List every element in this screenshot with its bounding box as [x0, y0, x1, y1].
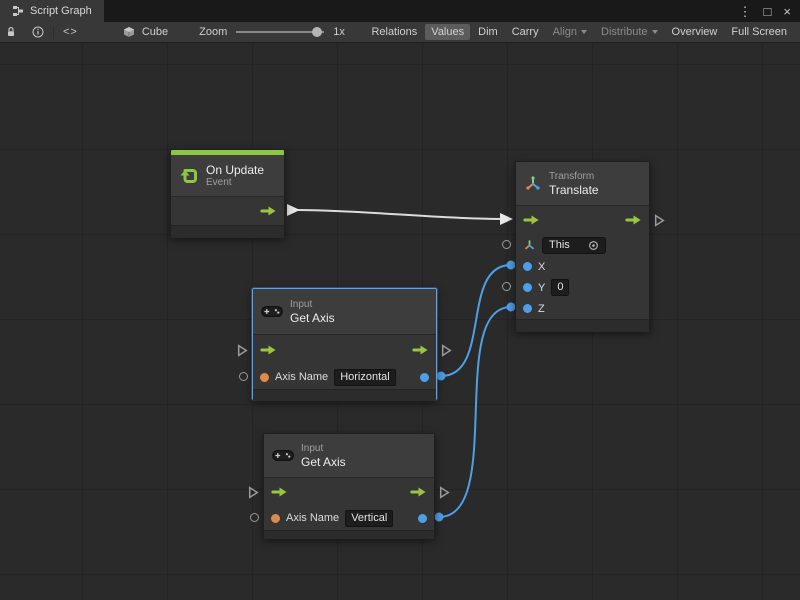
- node-footer: [264, 530, 434, 539]
- tab-script-graph[interactable]: Script Graph: [0, 0, 104, 22]
- flow-input-port[interactable]: [523, 214, 540, 226]
- chevron-down-icon: [652, 30, 658, 34]
- flow-input-port[interactable]: [271, 486, 288, 498]
- node-get-axis-horizontal[interactable]: Input Get Axis Axis Name Horizontal: [252, 288, 437, 400]
- tab-title: Script Graph: [30, 5, 92, 17]
- zoom-slider-track: [236, 31, 324, 33]
- y-port-label: Y: [538, 282, 545, 294]
- distribute-dropdown[interactable]: Distribute: [595, 24, 663, 40]
- flow-output-port[interactable]: [260, 205, 277, 217]
- titlebar: Script Graph ⋮ □ ×: [0, 0, 800, 22]
- axis-name-field[interactable]: Vertical: [345, 510, 393, 527]
- zoom-label: Zoom: [199, 26, 227, 38]
- this-port-indicator[interactable]: [502, 240, 511, 249]
- full-screen-button[interactable]: Full Screen: [725, 24, 793, 40]
- flow-output-port[interactable]: [412, 344, 429, 356]
- node-footer: [516, 319, 649, 332]
- align-dropdown[interactable]: Align: [547, 24, 593, 40]
- flow-input-port[interactable]: [260, 344, 277, 356]
- gamepad-icon: [261, 305, 283, 318]
- gamepad-icon: [272, 449, 294, 462]
- object-picker-icon[interactable]: [588, 240, 599, 251]
- x-port-label: X: [538, 261, 545, 273]
- node-title: On Update: [206, 163, 264, 177]
- node-footer: [171, 225, 284, 238]
- restore-window-icon[interactable]: □: [764, 5, 772, 18]
- transform-mini-icon: [523, 239, 536, 252]
- node-translate[interactable]: Transform Translate: [515, 161, 650, 331]
- y-input-port[interactable]: [523, 283, 532, 292]
- float-output-port[interactable]: [418, 514, 427, 523]
- axis-name-indicator[interactable]: [250, 513, 259, 522]
- axis-name-label: Axis Name: [275, 371, 328, 383]
- flow-arrowhead-out: [287, 204, 300, 216]
- flow-output-indicator[interactable]: [654, 214, 665, 232]
- flow-arrowhead-in: [500, 213, 513, 225]
- angle-brackets-icon[interactable]: <>: [63, 26, 78, 38]
- kebab-menu-icon[interactable]: ⋮: [739, 5, 752, 18]
- node-on-update[interactable]: On Update Event: [170, 149, 285, 237]
- flow-input-indicator[interactable]: [248, 486, 259, 504]
- node-title: Get Axis: [301, 455, 346, 469]
- graph-canvas[interactable]: On Update Event: [0, 43, 800, 600]
- wire-onupdate-to-translate[interactable]: [298, 210, 500, 219]
- close-window-icon[interactable]: ×: [783, 5, 791, 18]
- graph-toolbar: <> Cube Zoom 1x Relations Values Dim Car…: [0, 22, 800, 43]
- flow-output-indicator[interactable]: [439, 486, 450, 504]
- y-port-indicator[interactable]: [502, 282, 511, 291]
- float-output-port[interactable]: [420, 373, 429, 382]
- z-input-port[interactable]: [523, 304, 532, 313]
- z-port-label: Z: [538, 303, 545, 315]
- chevron-down-icon: [581, 30, 587, 34]
- y-value-field[interactable]: 0: [551, 279, 569, 296]
- transform-icon: [524, 175, 542, 193]
- wire-endpoint: [437, 372, 446, 381]
- node-get-axis-vertical[interactable]: Input Get Axis Axis Name Vertical: [263, 433, 435, 538]
- lock-icon[interactable]: [5, 26, 17, 38]
- zoom-slider[interactable]: [236, 26, 324, 38]
- cube-icon: [123, 26, 135, 38]
- flow-input-indicator[interactable]: [237, 344, 248, 362]
- values-button[interactable]: Values: [425, 24, 470, 40]
- node-category: Input: [301, 443, 346, 455]
- node-footer: [253, 389, 436, 401]
- axis-name-input-port[interactable]: [260, 373, 269, 382]
- overview-button[interactable]: Overview: [666, 24, 724, 40]
- node-title: Get Axis: [290, 311, 335, 325]
- axis-name-indicator[interactable]: [239, 372, 248, 381]
- target-object-field[interactable]: This: [542, 237, 606, 254]
- axis-name-field[interactable]: Horizontal: [334, 369, 396, 386]
- relations-button[interactable]: Relations: [365, 24, 423, 40]
- target-object-name: Cube: [142, 26, 168, 38]
- axis-name-input-port[interactable]: [271, 514, 280, 523]
- node-title: Translate: [549, 183, 599, 197]
- on-update-loop-icon: [179, 166, 199, 186]
- info-icon[interactable]: [32, 26, 44, 38]
- toolbar-separator: [53, 26, 54, 39]
- script-graph-icon: [12, 5, 24, 17]
- x-input-port[interactable]: [523, 262, 532, 271]
- flow-output-indicator[interactable]: [441, 344, 452, 362]
- script-graph-window: Script Graph ⋮ □ × <>: [0, 0, 800, 600]
- node-category: Transform: [549, 171, 599, 183]
- axis-name-label: Axis Name: [286, 512, 339, 524]
- carry-button[interactable]: Carry: [506, 24, 545, 40]
- node-category: Input: [290, 299, 335, 311]
- zoom-slider-knob[interactable]: [312, 27, 322, 37]
- zoom-value: 1x: [333, 26, 345, 38]
- flow-output-port[interactable]: [410, 486, 427, 498]
- dim-button[interactable]: Dim: [472, 24, 504, 40]
- wire-endpoint: [435, 513, 444, 522]
- node-subtitle: Event: [206, 177, 264, 189]
- flow-output-port[interactable]: [625, 214, 642, 226]
